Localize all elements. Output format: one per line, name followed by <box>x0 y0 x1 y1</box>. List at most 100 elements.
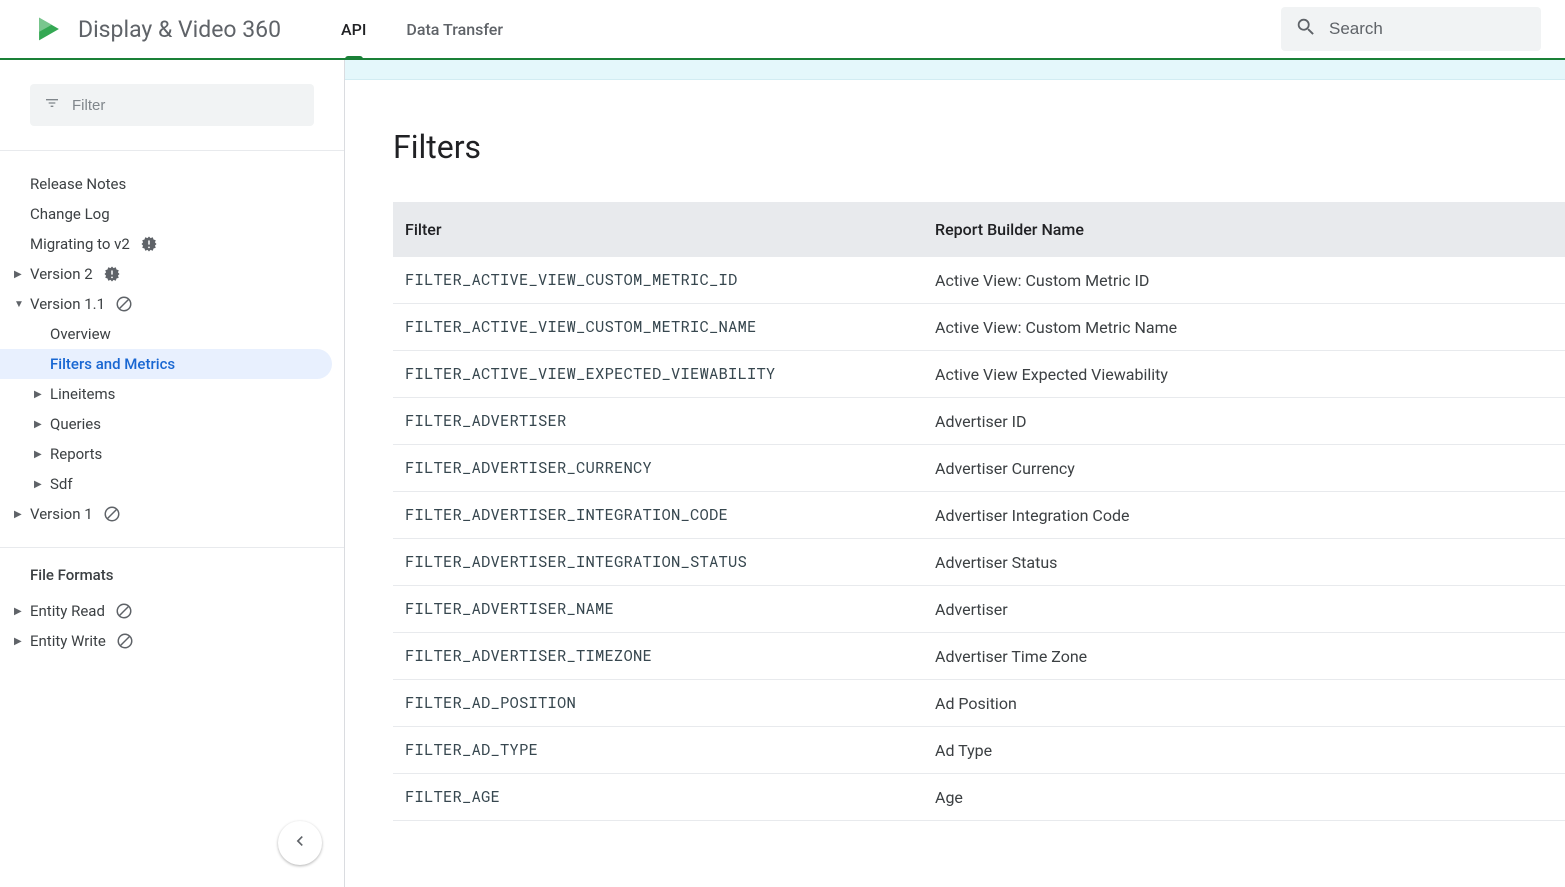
search-box[interactable] <box>1281 7 1541 51</box>
sidebar-item-label: Lineitems <box>50 385 115 403</box>
caret-right-icon: ▶ <box>34 419 42 430</box>
filter-report-name: Ad Type <box>923 727 1565 774</box>
filters-table: Filter Report Builder Name FILTER_ACTIVE… <box>393 202 1565 821</box>
sidebar-item[interactable]: ▶Queries <box>0 409 344 439</box>
main-content: Filters Filter Report Builder Name FILTE… <box>345 60 1565 887</box>
header: Display & Video 360 API Data Transfer <box>0 0 1565 60</box>
table-row: FILTER_ADVERTISER_INTEGRATION_STATUSAdve… <box>393 539 1565 586</box>
filter-report-name: Advertiser Currency <box>923 445 1565 492</box>
collapse-sidebar-button[interactable] <box>278 821 322 865</box>
sidebar-filter-input[interactable] <box>72 97 300 114</box>
page-heading: Filters <box>393 128 1565 166</box>
filter-report-name: Age <box>923 774 1565 821</box>
deprecated-icon <box>116 632 134 650</box>
filter-code: FILTER_ADVERTISER_INTEGRATION_CODE <box>393 492 923 539</box>
filter-report-name: Active View: Custom Metric ID <box>923 257 1565 304</box>
sidebar-item[interactable]: ▶ Version 1 <box>0 499 344 529</box>
tab-api[interactable]: API <box>341 0 366 58</box>
filter-icon <box>44 95 60 115</box>
sidebar-item[interactable]: ▶ Sdf <box>0 469 344 499</box>
table-header-report-name: Report Builder Name <box>923 202 1565 257</box>
sidebar-item-label: Version 1.1 <box>30 295 105 313</box>
sidebar-item-label: Overview <box>50 325 111 343</box>
notice-banner <box>345 60 1565 80</box>
tab-data-transfer[interactable]: Data Transfer <box>406 0 503 58</box>
filter-report-name: Ad Position <box>923 680 1565 727</box>
sidebar-item-label: Entity Write <box>30 632 106 650</box>
table-row: FILTER_ADVERTISER_TIMEZONEAdvertiser Tim… <box>393 633 1565 680</box>
filter-code: FILTER_ACTIVE_VIEW_CUSTOM_METRIC_ID <box>393 257 923 304</box>
sidebar: Release Notes Change Log Migrating to v2 ▶ V… <box>0 60 345 887</box>
filter-code: FILTER_ACTIVE_VIEW_CUSTOM_METRIC_NAME <box>393 304 923 351</box>
sidebar-item-label: Version 2 <box>30 265 93 283</box>
sidebar-item-label: Filters and Metrics <box>50 355 175 373</box>
caret-right-icon: ▶ <box>34 479 42 490</box>
sidebar-item-label: Reports <box>50 445 102 463</box>
product-title: Display & Video 360 <box>78 16 281 43</box>
chevron-left-icon <box>290 831 310 855</box>
header-tabs: API Data Transfer <box>341 0 503 58</box>
search-input[interactable] <box>1329 19 1527 39</box>
table-row: FILTER_ADVERTISER_CURRENCYAdvertiser Cur… <box>393 445 1565 492</box>
caret-right-icon: ▶ <box>34 389 42 400</box>
caret-right-icon: ▶ <box>14 636 22 647</box>
alert-badge-icon <box>140 235 158 253</box>
logo[interactable]: Display & Video 360 <box>32 12 281 46</box>
filter-report-name: Advertiser <box>923 586 1565 633</box>
filter-report-name: Advertiser ID <box>923 398 1565 445</box>
sidebar-item-label: Migrating to v2 <box>30 235 130 253</box>
sidebar-item-label: Change Log <box>30 205 110 223</box>
table-row: FILTER_ADVERTISER_NAMEAdvertiser <box>393 586 1565 633</box>
sidebar-item[interactable]: ▶ Reports <box>0 439 344 469</box>
table-row: FILTER_ACTIVE_VIEW_CUSTOM_METRIC_NAMEAct… <box>393 304 1565 351</box>
filter-report-name: Active View: Custom Metric Name <box>923 304 1565 351</box>
sidebar-item[interactable]: Change Log <box>0 199 344 229</box>
caret-right-icon: ▶ <box>14 509 22 520</box>
filter-code: FILTER_AGE <box>393 774 923 821</box>
sidebar-item-label: Sdf <box>50 475 73 493</box>
table-row: FILTER_AD_POSITIONAd Position <box>393 680 1565 727</box>
sidebar-item[interactable]: ▼ Version 1.1 <box>0 289 344 319</box>
filter-report-name: Active View Expected Viewability <box>923 351 1565 398</box>
filter-code: FILTER_ADVERTISER_CURRENCY <box>393 445 923 492</box>
table-row: FILTER_ACTIVE_VIEW_CUSTOM_METRIC_IDActiv… <box>393 257 1565 304</box>
deprecated-icon <box>115 295 133 313</box>
filter-code: FILTER_ADVERTISER_TIMEZONE <box>393 633 923 680</box>
sidebar-item[interactable]: Release Notes <box>0 169 344 199</box>
sidebar-item[interactable]: Overview <box>0 319 344 349</box>
filter-code: FILTER_AD_TYPE <box>393 727 923 774</box>
table-row: FILTER_AGEAge <box>393 774 1565 821</box>
sidebar-item[interactable]: ▶ Version 2 <box>0 259 344 289</box>
sidebar-item-label: Version 1 <box>30 505 93 523</box>
filter-code: FILTER_ADVERTISER_NAME <box>393 586 923 633</box>
table-row: FILTER_ADVERTISERAdvertiser ID <box>393 398 1565 445</box>
sidebar-item[interactable]: ▶ Entity Read <box>0 596 344 626</box>
table-row: FILTER_ADVERTISER_INTEGRATION_CODEAdvert… <box>393 492 1565 539</box>
deprecated-icon <box>115 602 133 620</box>
caret-right-icon: ▶ <box>14 269 22 280</box>
sidebar-item[interactable]: ▶ Lineitems <box>0 379 344 409</box>
sidebar-item-label: Entity Read <box>30 602 105 620</box>
filter-report-name: Advertiser Status <box>923 539 1565 586</box>
filter-code: FILTER_ADVERTISER <box>393 398 923 445</box>
alert-badge-icon <box>103 265 121 283</box>
filter-code: FILTER_AD_POSITION <box>393 680 923 727</box>
sidebar-item[interactable]: Filters and Metrics <box>0 349 332 379</box>
sidebar-item-label: Release Notes <box>30 175 126 193</box>
filter-report-name: Advertiser Time Zone <box>923 633 1565 680</box>
sidebar-item[interactable]: ▶ Entity Write <box>0 626 344 656</box>
filter-report-name: Advertiser Integration Code <box>923 492 1565 539</box>
sidebar-filter-box[interactable] <box>30 84 314 126</box>
table-row: FILTER_ACTIVE_VIEW_EXPECTED_VIEWABILITYA… <box>393 351 1565 398</box>
caret-down-icon: ▼ <box>14 299 24 310</box>
sidebar-section-title: File Formats <box>0 548 344 592</box>
table-row: FILTER_AD_TYPEAd Type <box>393 727 1565 774</box>
sidebar-nav-fileformats: ▶ Entity Read ▶ Entity Write <box>0 592 344 674</box>
search-icon <box>1295 16 1317 42</box>
caret-right-icon: ▶ <box>14 606 22 617</box>
caret-right-icon: ▶ <box>34 449 42 460</box>
filter-code: FILTER_ADVERTISER_INTEGRATION_STATUS <box>393 539 923 586</box>
filter-code: FILTER_ACTIVE_VIEW_EXPECTED_VIEWABILITY <box>393 351 923 398</box>
sidebar-nav: Release Notes Change Log Migrating to v2 ▶ V… <box>0 151 344 547</box>
sidebar-item[interactable]: Migrating to v2 <box>0 229 344 259</box>
